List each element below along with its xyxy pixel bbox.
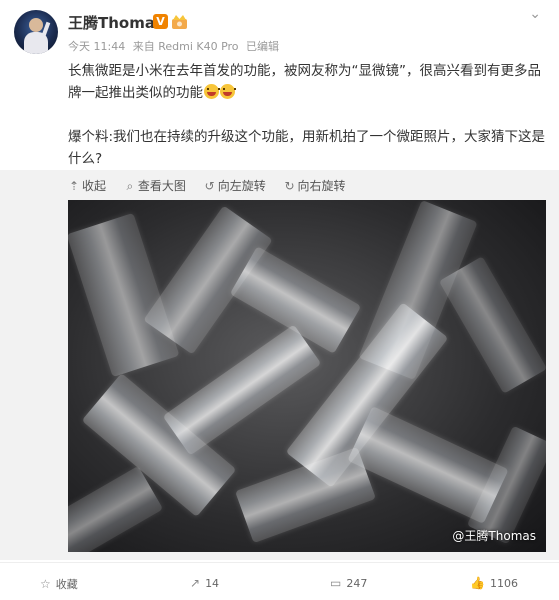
action-bar: ☆ 收藏 ↗ 14 ▭ 247 👍 1106 — [0, 562, 559, 600]
author-name[interactable]: 王腾Thomas — [68, 12, 164, 33]
post-paragraph: 爆个料:我们也在持续的升级这个功能，用新机拍了一个微距照片，大家猜下这是什么? — [68, 129, 546, 167]
image-watermark: @王腾Thomas — [452, 529, 536, 543]
post-image[interactable]: @王腾Thomas — [68, 200, 546, 552]
thumbs-up-icon: 👍 — [470, 576, 485, 590]
arrow-up-icon: ⇡ — [68, 179, 80, 193]
rotate-right-button[interactable]: ↻ 向右旋转 — [284, 177, 346, 194]
comment-icon: ▭ — [330, 576, 342, 590]
collapse-button[interactable]: ⇡ 收起 — [68, 177, 106, 194]
crystal-shape — [438, 256, 546, 394]
comment-button[interactable]: ▭ 247 — [330, 576, 367, 590]
post-paragraph: 长焦微距是小米在去年首发的功能，被网友称为“显微镜”，很高兴看到有更多品牌一起推… — [68, 63, 541, 101]
chevron-down-icon[interactable]: ⌄ — [529, 6, 541, 22]
rotate-left-icon: ↺ — [204, 179, 215, 193]
post-time[interactable]: 今天 11:44 — [68, 40, 125, 53]
weibo-post: 王腾Thomas V ⌄ 今天 11:44 来自 Redmi K40 Pro 已… — [0, 0, 559, 600]
star-icon: ☆ — [40, 577, 51, 591]
rotate-right-icon: ↻ — [284, 179, 295, 193]
post-meta: 今天 11:44 来自 Redmi K40 Pro 已编辑 — [68, 38, 283, 54]
avatar[interactable] — [14, 10, 58, 54]
post-source: 来自 Redmi K40 Pro — [132, 40, 239, 53]
edited-label[interactable]: 已编辑 — [246, 40, 279, 53]
rotate-left-button[interactable]: ↺ 向左旋转 — [204, 177, 266, 194]
repost-icon: ↗ — [190, 576, 201, 590]
laugh-emoji-icon — [204, 84, 220, 99]
repost-button[interactable]: ↗ 14 — [190, 576, 219, 590]
search-icon: ⌕ — [126, 179, 134, 193]
favorite-button[interactable]: ☆ 收藏 — [40, 576, 78, 592]
like-button[interactable]: 👍 1106 — [470, 576, 518, 590]
expanded-media: ⇡ 收起 ⌕ 查看大图 ↺ 向左旋转 ↻ 向右旋转 @王腾Thomas — [0, 170, 559, 560]
crystal-shape — [68, 465, 164, 552]
view-large-button[interactable]: ⌕ 查看大图 — [124, 177, 185, 194]
crown-icon — [172, 15, 187, 29]
laugh-emoji-icon — [220, 84, 236, 99]
verified-badge-icon: V — [153, 14, 168, 29]
media-toolbar: ⇡ 收起 ⌕ 查看大图 ↺ 向左旋转 ↻ 向右旋转 — [68, 177, 360, 194]
